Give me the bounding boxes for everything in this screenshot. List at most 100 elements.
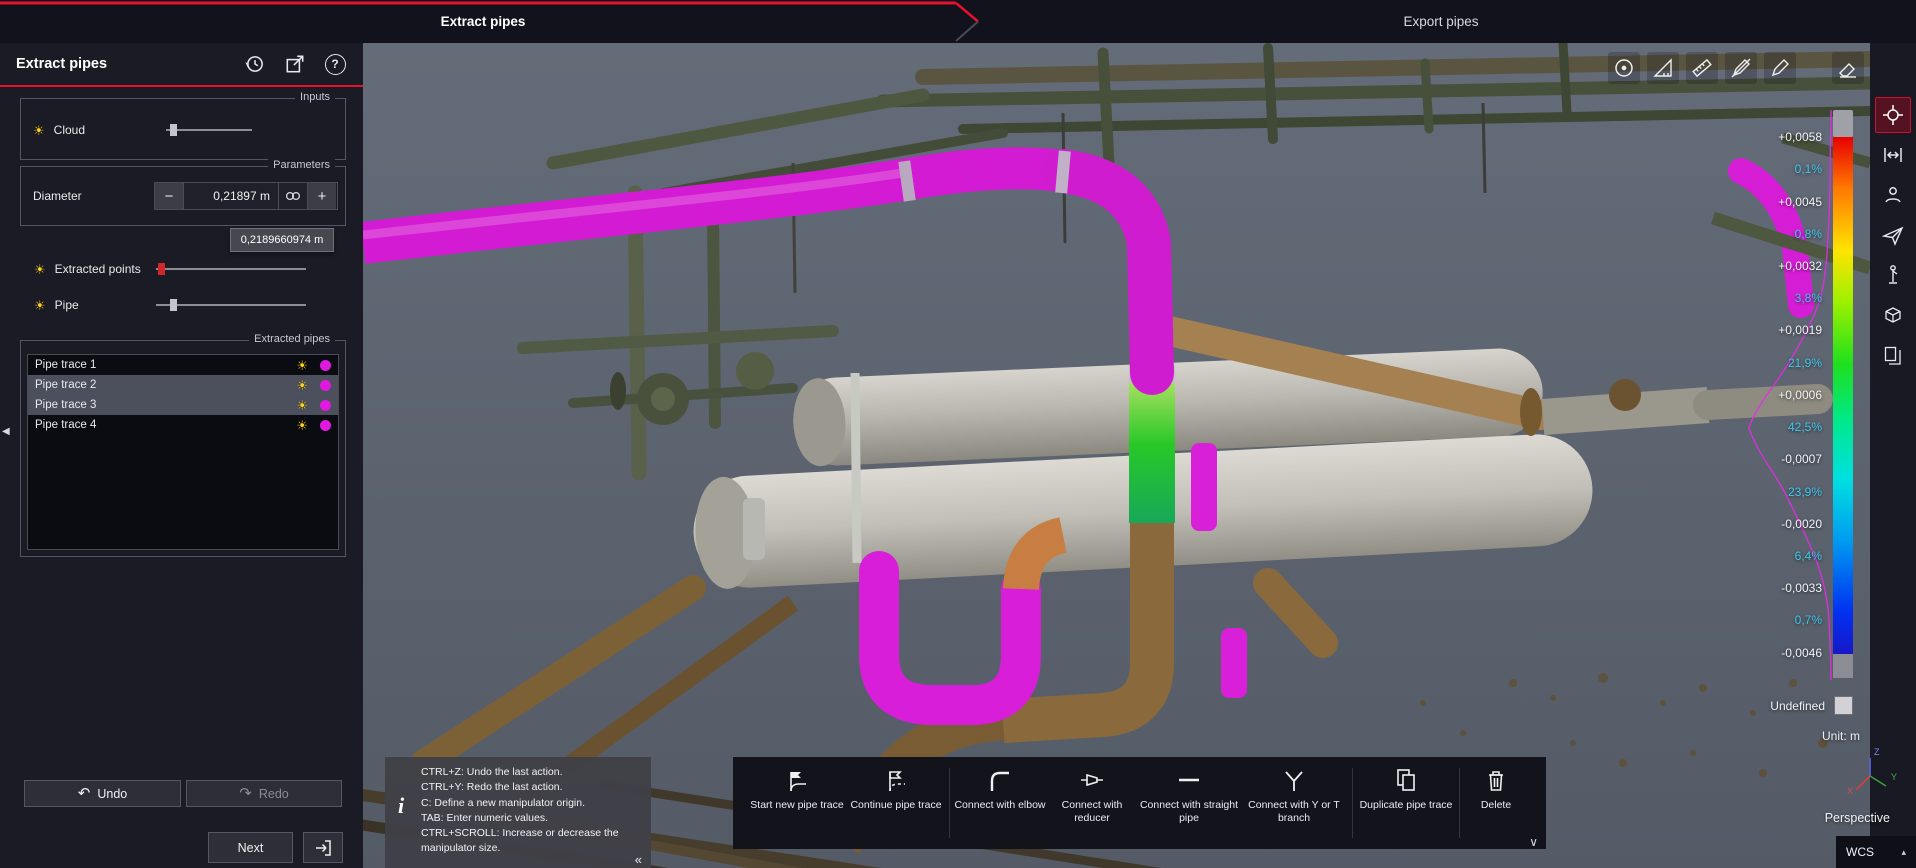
list-item-pipe-trace-3[interactable]: Pipe trace 3 ☀ <box>28 395 338 415</box>
extracted-points-row: ☀ Extracted points <box>20 259 346 279</box>
measure-angle-icon[interactable] <box>1647 52 1679 84</box>
straight-pipe-icon <box>1175 766 1203 794</box>
list-item-pipe-trace-1[interactable]: Pipe trace 1 ☀ <box>28 355 338 375</box>
reducer-icon <box>1078 766 1106 794</box>
undo-label: Undo <box>97 787 127 801</box>
button-label: Continue pipe trace <box>850 799 941 812</box>
trace-color-swatch[interactable] <box>320 380 331 391</box>
scale-tick: +0,0032 <box>1778 259 1822 275</box>
list-item-pipe-trace-4[interactable]: Pipe trace 4 ☀ <box>28 415 338 435</box>
diameter-stepper: − 0,21897 m + <box>154 182 338 210</box>
visibility-sun-icon[interactable]: ☀ <box>296 359 308 372</box>
toolbar-separator <box>1352 768 1353 838</box>
viewpoint-pages-tool[interactable] <box>1875 337 1911 373</box>
redo-button[interactable]: ↷ Redo <box>186 780 342 807</box>
pipe-trace-list[interactable]: Pipe trace 1 ☀ Pipe trace 2 ☀ Pipe trace… <box>27 354 339 550</box>
measure-distance-icon[interactable] <box>1686 52 1718 84</box>
slider-thumb[interactable] <box>158 263 165 275</box>
tab-export-pipes-label: Export pipes <box>1403 14 1478 29</box>
axis-gizmo[interactable]: Z Y X <box>1848 750 1896 802</box>
diameter-increase-button[interactable]: + <box>308 183 336 209</box>
exit-tool-button[interactable] <box>303 832 343 863</box>
help-icon[interactable]: ? <box>323 52 347 76</box>
start-new-pipe-trace-button[interactable]: Start new pipe trace <box>747 757 847 849</box>
button-label: Connect with straight pipe <box>1138 799 1240 825</box>
pipe-label: Pipe <box>55 298 79 312</box>
exit-door-icon <box>313 838 333 858</box>
ortho-cube-tool[interactable] <box>1875 297 1911 333</box>
wcs-dropdown[interactable]: WCS ▴ <box>1836 836 1916 868</box>
rotate-center-tool[interactable] <box>1875 97 1911 133</box>
extracted-points-label: Extracted points <box>55 262 141 276</box>
scale-tick: 0,1% <box>1795 162 1822 178</box>
connect-straight-pipe-button[interactable]: Connect with straight pipe <box>1138 757 1240 849</box>
toolbar-separator <box>1459 768 1460 838</box>
connect-reducer-button[interactable]: Connect with reducer <box>1046 757 1138 849</box>
scale-tick: -0,0033 <box>1781 581 1822 597</box>
limit-box-icon[interactable] <box>1608 52 1640 84</box>
projection-mode-label[interactable]: Perspective <box>1825 811 1890 825</box>
station-view-tool[interactable] <box>1875 257 1911 293</box>
3d-viewport[interactable] <box>363 43 1870 868</box>
undefined-checkbox[interactable] <box>1834 696 1853 715</box>
panel-collapse-arrow[interactable]: ◀ <box>2 426 10 437</box>
pipe-sun-icon[interactable]: ☀ <box>34 299 46 312</box>
clean-eraser-icon[interactable] <box>1832 52 1864 84</box>
slider-track[interactable] <box>156 304 306 306</box>
scale-tick: +0,0058 <box>1778 130 1822 146</box>
visibility-sun-icon[interactable]: ☀ <box>296 379 308 392</box>
delete-button[interactable]: Delete <box>1464 757 1528 849</box>
tab-extract-pipes-label: Extract pipes <box>441 14 526 29</box>
info-collapse-button[interactable]: « <box>635 852 642 867</box>
extracted-pipes-group: Extracted pipes Pipe trace 1 ☀ Pipe trac… <box>20 340 346 557</box>
crosshair-icon <box>1882 104 1904 126</box>
person-view-icon <box>1882 184 1904 206</box>
cloud-opacity-slider[interactable] <box>166 123 252 137</box>
annotation-icon[interactable] <box>1764 52 1796 84</box>
slider-thumb[interactable] <box>170 299 177 311</box>
pipe-slider[interactable] <box>156 298 306 312</box>
diameter-value-field[interactable]: 0,21897 m <box>183 183 279 209</box>
extracted-pipes-group-label: Extracted pipes <box>249 333 335 345</box>
slider-thumb[interactable] <box>170 124 177 136</box>
extracted-points-slider[interactable] <box>156 262 306 276</box>
unit-label: Unit: m <box>1822 729 1860 743</box>
panel-header: Extract pipes ? <box>0 43 363 87</box>
visibility-sun-icon[interactable]: ☀ <box>296 399 308 412</box>
continue-pipe-trace-button[interactable]: Continue pipe trace <box>847 757 945 849</box>
cloud-visibility-sun-icon[interactable]: ☀ <box>33 124 45 137</box>
axis-z-label: Z <box>1874 747 1880 757</box>
color-scale-bar <box>1833 110 1853 678</box>
scale-tick: +0,0045 <box>1778 195 1822 211</box>
fly-tool[interactable] <box>1875 217 1911 253</box>
examine-view-tool[interactable] <box>1875 177 1911 213</box>
list-item-pipe-trace-2[interactable]: Pipe trace 2 ☀ <box>28 375 338 395</box>
connect-y-t-branch-button[interactable]: Connect with Y or T branch <box>1240 757 1348 849</box>
duplicate-pipe-trace-button[interactable]: Duplicate pipe trace <box>1357 757 1455 849</box>
open-export-icon[interactable] <box>283 52 307 76</box>
slider-track[interactable] <box>156 268 306 270</box>
scale-handle[interactable] <box>1833 110 1853 137</box>
undefined-label: Undefined <box>1770 699 1825 713</box>
extracted-points-sun-icon[interactable]: ☀ <box>34 263 46 276</box>
link-icon[interactable] <box>279 183 308 209</box>
undo-button[interactable]: ↶ Undo <box>24 780 181 807</box>
button-label: Connect with elbow <box>954 799 1045 812</box>
next-button[interactable]: Next <box>208 832 293 863</box>
diameter-decrease-button[interactable]: − <box>155 183 183 209</box>
pan-icon <box>1882 144 1904 166</box>
undo-arrow-icon: ↶ <box>78 786 91 801</box>
visibility-sun-icon[interactable]: ☀ <box>296 419 308 432</box>
toolbar-collapse-chevron[interactable]: ∨ <box>1529 835 1538 849</box>
tab-extract-pipes[interactable]: Extract pipes <box>0 0 966 43</box>
tab-export-pipes[interactable]: Export pipes <box>966 0 1916 43</box>
trace-color-swatch[interactable] <box>320 360 331 371</box>
trash-icon <box>1482 766 1510 794</box>
reset-history-icon[interactable] <box>243 52 267 76</box>
connect-elbow-button[interactable]: Connect with elbow <box>954 757 1046 849</box>
pan-tool[interactable] <box>1875 137 1911 173</box>
slider-track[interactable] <box>166 129 252 131</box>
annotation-off-icon[interactable] <box>1725 52 1757 84</box>
trace-color-swatch[interactable] <box>320 400 331 411</box>
trace-color-swatch[interactable] <box>320 420 331 431</box>
